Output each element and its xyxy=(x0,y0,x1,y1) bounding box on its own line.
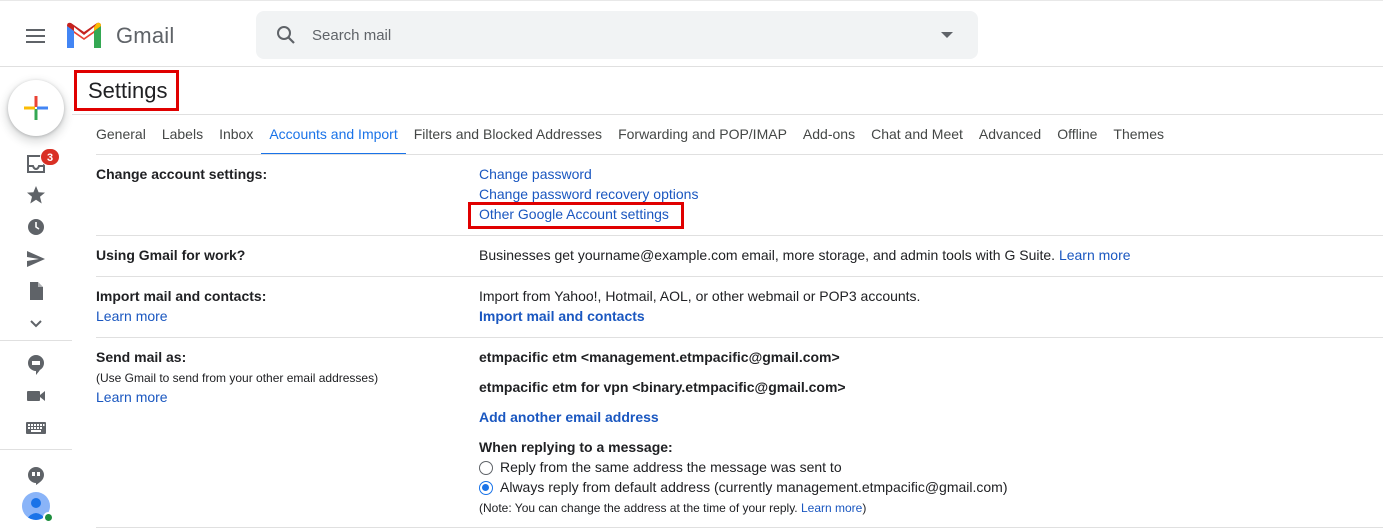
search-bar xyxy=(256,11,978,59)
highlight-annotation xyxy=(468,202,684,229)
change-password-link[interactable]: Change password xyxy=(479,166,592,182)
change-recovery-link[interactable]: Change password recovery options xyxy=(479,186,698,202)
gsuite-description: Businesses get yourname@example.com emai… xyxy=(479,247,1056,263)
clock-icon[interactable] xyxy=(24,215,48,239)
inbox-unread-badge: 3 xyxy=(40,148,60,166)
main-menu-icon[interactable] xyxy=(20,21,50,51)
import-description: Import from Yahoo!, Hotmail, AOL, or oth… xyxy=(479,288,921,304)
search-icon[interactable] xyxy=(274,23,298,47)
settings-tabs: General Labels Inbox Accounts and Import… xyxy=(96,115,1172,155)
send-icon[interactable] xyxy=(24,247,48,271)
tab-filters[interactable]: Filters and Blocked Addresses xyxy=(406,115,610,155)
row-divider xyxy=(96,337,1383,338)
online-status-dot xyxy=(43,512,54,523)
gmail-for-work-label: Using Gmail for work? xyxy=(96,247,246,263)
tab-labels[interactable]: Labels xyxy=(154,115,211,155)
tab-advanced[interactable]: Advanced xyxy=(971,115,1049,155)
reply-default-address-label[interactable]: Always reply from default address (curre… xyxy=(500,479,1008,495)
reply-same-address-radio[interactable] xyxy=(479,461,493,475)
tab-general[interactable]: General xyxy=(96,115,154,155)
row-divider xyxy=(96,235,1383,236)
star-icon[interactable] xyxy=(24,183,48,207)
tab-accounts-and-import[interactable]: Accounts and Import xyxy=(261,115,406,155)
compose-button[interactable] xyxy=(8,80,64,136)
send-as-address: etmpacific etm <management.etmpacific@gm… xyxy=(479,349,840,365)
import-label: Import mail and contacts: xyxy=(96,288,267,304)
gsuite-text: Businesses get yourname@example.com emai… xyxy=(479,247,1131,263)
row-divider xyxy=(96,276,1383,277)
video-icon[interactable] xyxy=(24,384,48,408)
compose-plus-icon xyxy=(24,96,48,120)
reply-heading: When replying to a message: xyxy=(479,439,673,455)
tab-offline[interactable]: Offline xyxy=(1049,115,1105,155)
chat-icon[interactable] xyxy=(24,352,48,376)
tabs-divider xyxy=(96,154,1383,155)
gsuite-learn-more-link[interactable]: Learn more xyxy=(1059,247,1131,263)
hangouts-icon[interactable] xyxy=(24,464,48,488)
tab-forwarding[interactable]: Forwarding and POP/IMAP xyxy=(610,115,795,155)
tab-chat-and-meet[interactable]: Chat and Meet xyxy=(863,115,971,155)
rail-divider xyxy=(0,449,72,450)
page-title: Settings xyxy=(74,70,179,111)
reply-note: (Note: You can change the address at the… xyxy=(479,501,866,515)
tab-inbox[interactable]: Inbox xyxy=(211,115,261,155)
tab-add-ons[interactable]: Add-ons xyxy=(795,115,863,155)
send-as-address: etmpacific etm for vpn <binary.etmpacifi… xyxy=(479,379,846,395)
search-options-dropdown-icon[interactable] xyxy=(941,32,953,38)
rail-divider xyxy=(0,340,72,341)
reply-default-address-radio[interactable] xyxy=(479,481,493,495)
reply-same-address-label[interactable]: Reply from the same address the message … xyxy=(500,459,842,475)
import-learn-more-link[interactable]: Learn more xyxy=(96,308,168,324)
row-divider xyxy=(96,527,1383,528)
draft-icon[interactable] xyxy=(24,279,48,303)
keyboard-icon[interactable] xyxy=(24,416,48,440)
add-another-email-link[interactable]: Add another email address xyxy=(479,409,659,425)
gmail-wordmark: Gmail xyxy=(116,23,175,48)
search-input[interactable] xyxy=(312,23,912,47)
change-account-label: Change account settings: xyxy=(96,166,268,182)
send-as-learn-more-link[interactable]: Learn more xyxy=(96,389,168,405)
app-header: Gmail xyxy=(0,3,1383,67)
send-mail-as-sublabel: (Use Gmail to send from your other email… xyxy=(96,371,379,385)
tab-themes[interactable]: Themes xyxy=(1105,115,1172,155)
reply-note-text: (Note: You can change the address at the… xyxy=(479,501,798,515)
reply-note-end: ) xyxy=(862,501,867,515)
chevron-down-icon[interactable] xyxy=(24,311,48,335)
reply-note-learn-more-link[interactable]: Learn more xyxy=(801,501,862,515)
import-mail-and-contacts-link[interactable]: Import mail and contacts xyxy=(479,308,645,324)
gmail-logo-icon[interactable] xyxy=(64,19,104,51)
send-mail-as-label: Send mail as: xyxy=(96,349,187,365)
